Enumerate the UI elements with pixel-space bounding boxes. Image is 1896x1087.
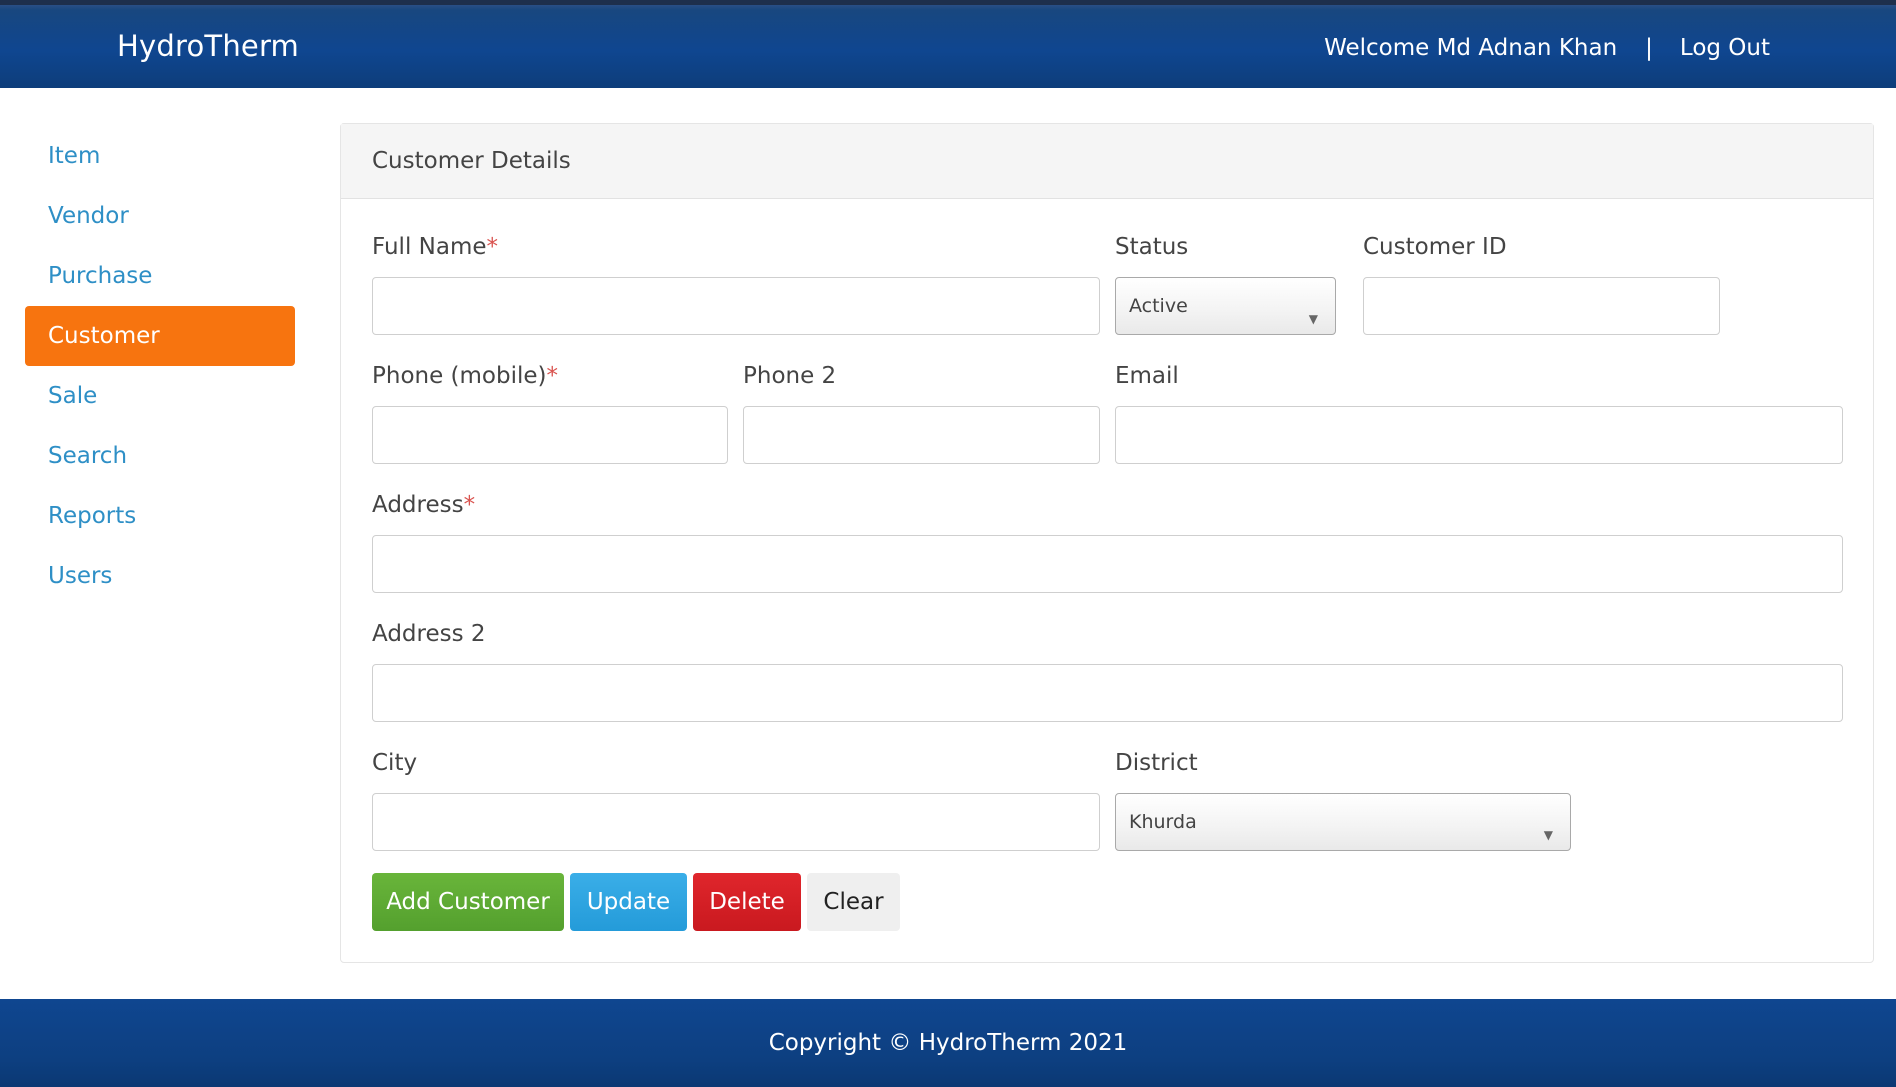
add-customer-button[interactable]: Add Customer [372,873,564,931]
header-separator: | [1645,35,1653,61]
required-mark: * [463,492,476,518]
required-mark: * [546,363,559,389]
logout-link[interactable]: Log Out [1680,35,1770,61]
full-name-label: Full Name* [372,234,498,260]
district-label: District [1115,750,1198,776]
email-input[interactable] [1115,406,1843,464]
sidebar-item-vendor[interactable]: Vendor [25,186,295,246]
sidebar-item-users[interactable]: Users [25,546,295,606]
phone2-input[interactable] [743,406,1100,464]
sidebar-item-item[interactable]: Item [25,126,295,186]
address-input[interactable] [372,535,1843,593]
clear-button[interactable]: Clear [807,873,900,931]
chevron-down-icon: ▼ [1543,828,1553,842]
district-selected-value: Khurda [1129,811,1197,833]
address2-label: Address 2 [372,621,486,647]
phone2-label: Phone 2 [743,363,837,389]
district-select[interactable]: Khurda ▼ [1115,793,1571,851]
city-label: City [372,750,418,776]
customer-id-input[interactable] [1363,277,1720,335]
sidebar-nav: Item Vendor Purchase Customer Sale Searc… [25,126,295,606]
sidebar-item-reports[interactable]: Reports [25,486,295,546]
address-label: Address* [372,492,476,518]
phone-mobile-input[interactable] [372,406,728,464]
phone-mobile-label: Phone (mobile)* [372,363,559,389]
brand-logo-text[interactable]: HydroTherm [117,29,299,63]
sidebar-item-sale[interactable]: Sale [25,366,295,426]
sidebar-item-customer[interactable]: Customer [25,306,295,366]
footer: Copyright © HydroTherm 2021 [0,999,1896,1087]
chevron-down-icon: ▼ [1308,312,1318,326]
delete-button[interactable]: Delete [693,873,801,931]
status-selected-value: Active [1129,295,1188,317]
required-mark: * [486,234,499,260]
status-select[interactable]: Active ▼ [1115,277,1336,335]
top-navbar: HydroTherm Welcome Md Adnan Khan | Log O… [0,0,1896,88]
update-button[interactable]: Update [570,873,687,931]
welcome-text: Welcome Md Adnan Khan [1324,35,1618,61]
user-area: Welcome Md Adnan Khan | Log Out [1324,35,1770,61]
email-label: Email [1115,363,1179,389]
panel-title: Customer Details [341,124,1873,199]
status-label: Status [1115,234,1189,260]
full-name-input[interactable] [372,277,1100,335]
sidebar-item-search[interactable]: Search [25,426,295,486]
address2-input[interactable] [372,664,1843,722]
sidebar-item-purchase[interactable]: Purchase [25,246,295,306]
customer-id-label: Customer ID [1363,234,1507,260]
city-input[interactable] [372,793,1100,851]
copyright-text: Copyright © HydroTherm 2021 [768,1030,1128,1056]
